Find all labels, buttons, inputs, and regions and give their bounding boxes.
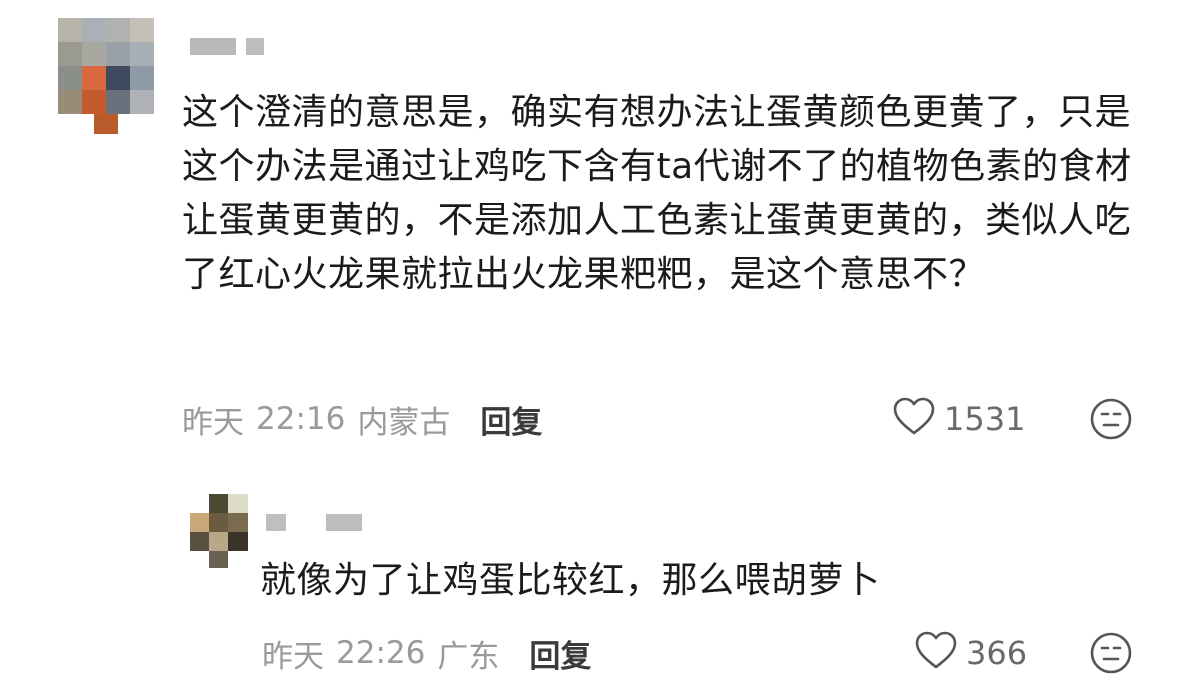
comment-2-like-count: 366 — [966, 634, 1028, 672]
heart-icon — [892, 397, 936, 441]
comment-1-like-button[interactable]: 1531 — [892, 397, 1025, 441]
comment-2-meta: 昨天 22:26 广东 回复 — [262, 631, 591, 675]
comment-2-react-button[interactable] — [1089, 631, 1133, 675]
comment-1-location: 内蒙古 — [357, 404, 451, 441]
comment-2-avatar[interactable] — [190, 494, 248, 568]
comment-2-like-button[interactable]: 366 — [914, 631, 1027, 675]
comment-2-location: 广东 — [437, 638, 500, 675]
comment-1-avatar[interactable] — [58, 18, 154, 134]
comment-1-username[interactable] — [190, 38, 270, 55]
comment-1-meta: 昨天 22:16 内蒙古 回复 — [182, 397, 542, 441]
comment-2-text: 就像为了让鸡蛋比较红，那么喂胡萝卜 — [260, 560, 881, 601]
comment-1-date: 昨天 — [182, 404, 244, 441]
comment-2-time: 22:26 — [336, 635, 426, 671]
comment-1-time: 22:16 — [256, 401, 346, 437]
neutral-face-icon — [1089, 632, 1133, 679]
heart-icon — [914, 631, 958, 675]
comment-1-react-button[interactable] — [1089, 397, 1133, 441]
neutral-face-icon — [1089, 398, 1133, 445]
comment-1-like-count: 1531 — [944, 400, 1026, 438]
comment-2-username[interactable] — [266, 514, 362, 531]
comment-2-reply-button[interactable]: 回复 — [529, 631, 591, 676]
comment-1-reply-button[interactable]: 回复 — [480, 397, 542, 442]
comment-1-text: 这个澄清的意思是，确实有想办法让蛋黄颜色更黄了，只是这个办法是通过让鸡吃下含有t… — [182, 92, 1132, 295]
comment-2-date: 昨天 — [262, 638, 324, 675]
